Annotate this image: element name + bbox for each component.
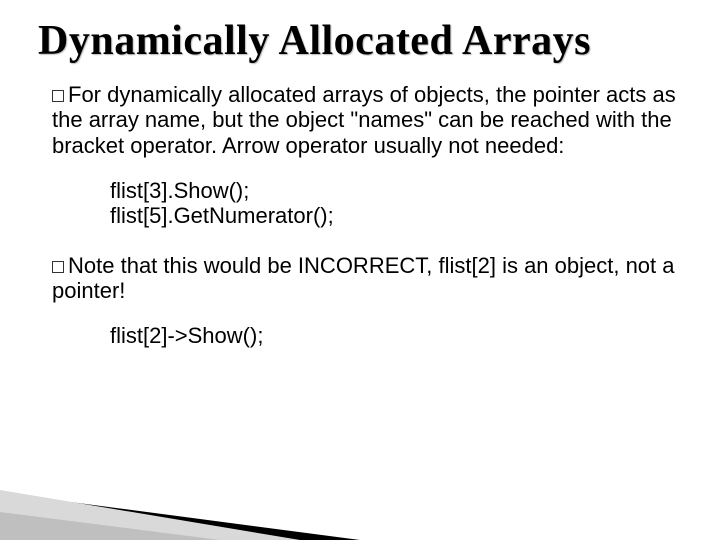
code-block-1: flist[3].Show(); flist[5].GetNumerator()… — [110, 178, 682, 229]
slide-title: Dynamically Allocated Arrays — [38, 18, 682, 64]
code1-line2: flist[5].GetNumerator(); — [110, 203, 334, 228]
bullet-icon — [52, 261, 64, 273]
code-block-2: flist[2]->Show(); — [110, 323, 682, 348]
code2-line1: flist[2]->Show(); — [110, 323, 263, 348]
bullet-icon — [52, 90, 64, 102]
slide: Dynamically Allocated Arrays For dynamic… — [0, 0, 720, 540]
p1-rest: dynamically allocated arrays of objects,… — [52, 82, 676, 158]
code1-line1: flist[3].Show(); — [110, 178, 249, 203]
paragraph-1: For dynamically allocated arrays of obje… — [52, 82, 682, 158]
p2-rest: that this would be INCORRECT, flist[2] i… — [52, 253, 675, 303]
corner-decoration — [0, 450, 360, 540]
paragraph-2: Note that this would be INCORRECT, flist… — [52, 253, 682, 304]
p1-lead: For — [68, 82, 101, 107]
slide-body: For dynamically allocated arrays of obje… — [52, 82, 682, 348]
p2-lead: Note — [68, 253, 114, 278]
